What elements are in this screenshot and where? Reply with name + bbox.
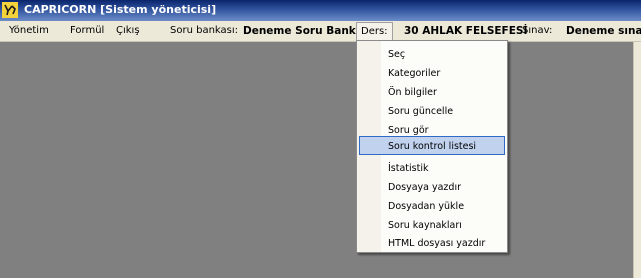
- title-bar[interactable]: CAPRICORN [Sistem yöneticisi]: [0, 0, 641, 21]
- menu-item-on-bilgiler[interactable]: Ön bilgiler: [359, 83, 505, 102]
- menu-item-label: HTML dosyası yazdır: [388, 238, 486, 249]
- menu-item-label: Soru kaynakları: [388, 220, 462, 231]
- app-window: CAPRICORN [Sistem yöneticisi] Yönetim Fo…: [0, 0, 641, 278]
- client-area: [0, 42, 641, 278]
- menu-ders[interactable]: Ders:: [356, 22, 393, 41]
- window-edge: [633, 42, 641, 278]
- course-value[interactable]: 30 AHLAK FELSEFESİ: [404, 24, 527, 38]
- question-bank-label[interactable]: Soru bankası:: [170, 24, 238, 38]
- menu-item-soru-kaynaklari[interactable]: Soru kaynakları: [359, 216, 505, 235]
- menu-item-soru-kontrol-listesi[interactable]: Soru kontrol listesi: [359, 136, 505, 155]
- menu-item-label: Ön bilgiler: [388, 87, 437, 98]
- menu-bar: Yönetim Formül Çıkış Soru bankası: Denem…: [0, 21, 641, 42]
- menu-item-label: Soru güncelle: [388, 106, 454, 117]
- menu-item-label: Dosyadan yükle: [388, 201, 465, 212]
- ders-dropdown-menu: Seç Kategoriler Ön bilgiler Soru güncell…: [356, 40, 508, 253]
- question-bank-value[interactable]: Deneme Soru Bankası: [243, 24, 373, 38]
- menu-item-html-dosyasi-yazdir[interactable]: HTML dosyası yazdır: [359, 234, 505, 253]
- menu-item-label: Dosyaya yazdır: [388, 182, 461, 193]
- menu-item-soru-guncelle[interactable]: Soru güncelle: [359, 102, 505, 121]
- capricorn-logo-icon: [2, 2, 18, 18]
- menu-formul[interactable]: Formül: [70, 24, 104, 38]
- menu-yonetim[interactable]: Yönetim: [9, 24, 49, 38]
- menu-item-sec[interactable]: Seç: [359, 45, 505, 64]
- menu-item-label: Seç: [388, 49, 406, 60]
- menu-item-dosyaya-yazdir[interactable]: Dosyaya yazdır: [359, 178, 505, 197]
- window-title: CAPRICORN [Sistem yöneticisi]: [24, 3, 217, 16]
- menu-item-label: İstatistik: [388, 163, 429, 174]
- menu-item-istatistik[interactable]: İstatistik: [359, 159, 505, 178]
- menu-item-kategoriler[interactable]: Kategoriler: [359, 64, 505, 83]
- exam-label[interactable]: Sınav:: [522, 24, 552, 38]
- menu-cikis[interactable]: Çıkış: [116, 24, 140, 38]
- menu-item-label: Kategoriler: [388, 68, 441, 79]
- exam-value[interactable]: Deneme sınavı: [566, 24, 641, 38]
- menu-item-label: Soru kontrol listesi: [388, 141, 477, 152]
- menu-item-dosyadan-yukle[interactable]: Dosyadan yükle: [359, 197, 505, 216]
